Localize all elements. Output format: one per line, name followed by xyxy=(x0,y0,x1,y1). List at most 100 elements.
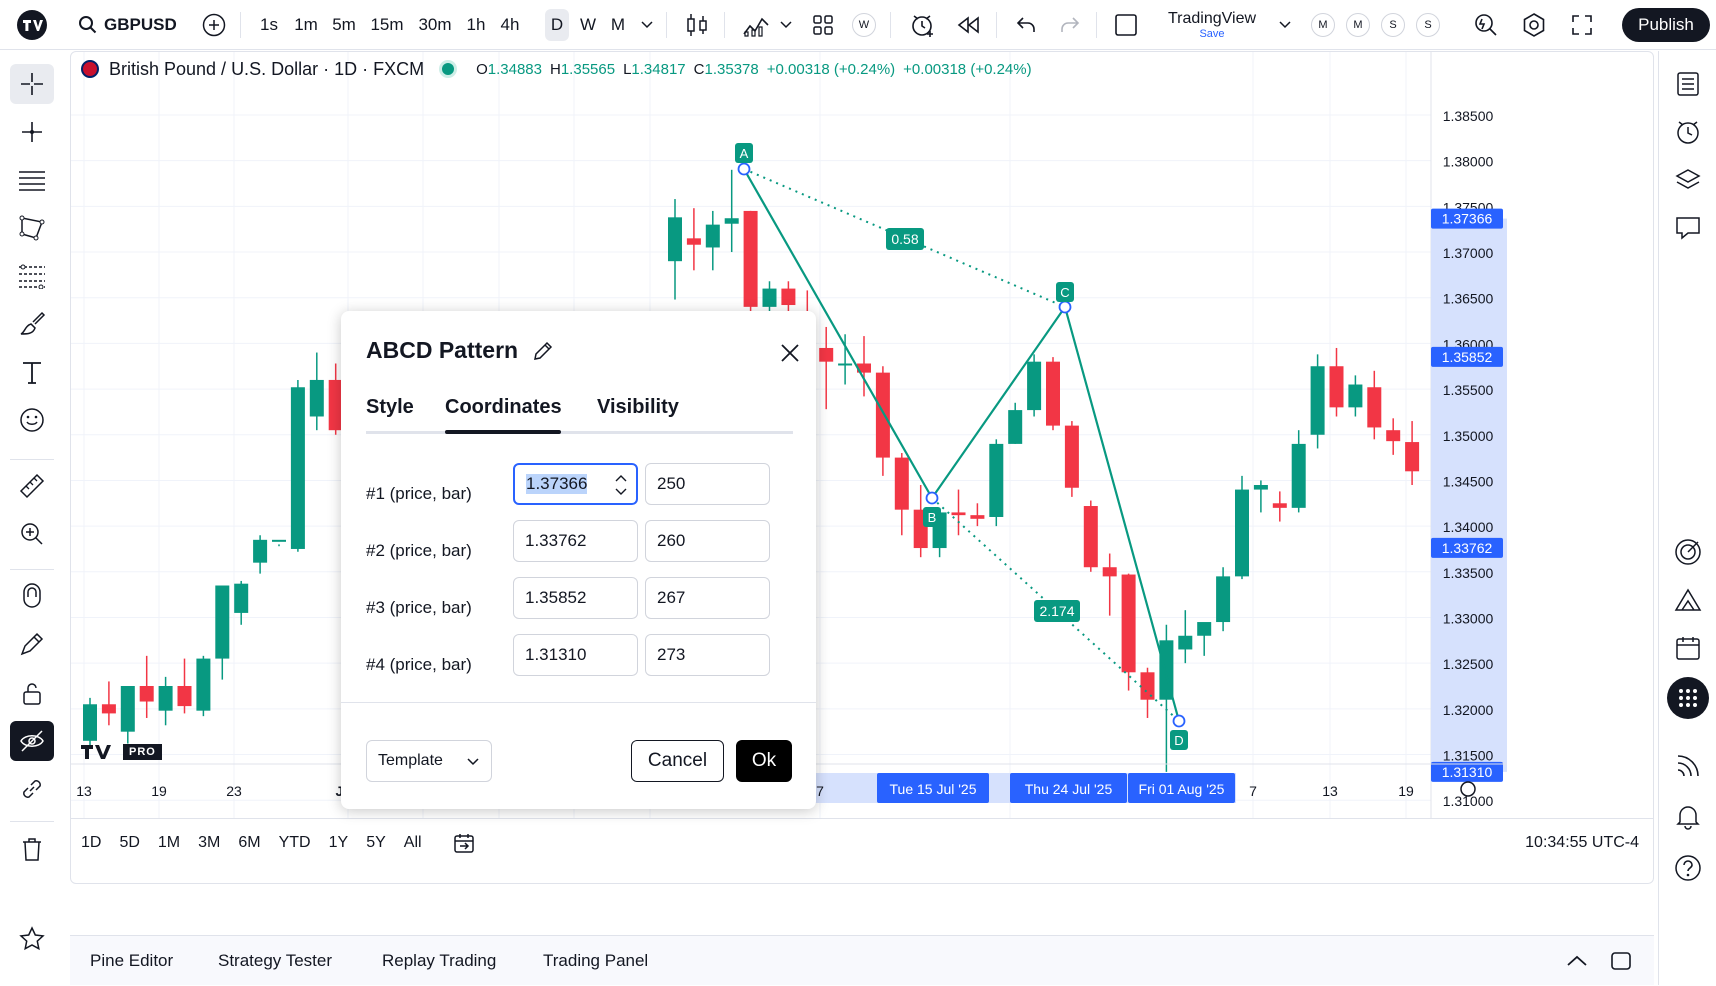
pencil-icon[interactable] xyxy=(532,340,554,362)
layout-name[interactable]: TradingView Save xyxy=(1152,0,1272,50)
chevron-up-icon[interactable] xyxy=(1562,936,1592,986)
interval-w[interactable]: W xyxy=(577,0,599,50)
brush-icon[interactable] xyxy=(10,304,54,344)
tab-visibility[interactable]: Visibility xyxy=(597,396,679,419)
range-6m[interactable]: 6M xyxy=(238,834,260,852)
magnet-icon[interactable] xyxy=(10,577,54,617)
stream-icon[interactable] xyxy=(1667,745,1709,787)
hide-drawings-icon[interactable] xyxy=(10,721,54,761)
alert-icon[interactable] xyxy=(904,0,942,50)
badge-s1[interactable]: S xyxy=(1380,0,1406,50)
help-icon[interactable] xyxy=(1667,847,1709,889)
point-2-price-input[interactable]: 1.33762 xyxy=(513,520,638,562)
tab-coordinates[interactable]: Coordinates xyxy=(445,396,562,419)
range-3m[interactable]: 3M xyxy=(198,834,220,852)
range-1d[interactable]: 1D xyxy=(81,834,101,852)
watchlist-badge-w[interactable]: W xyxy=(851,0,877,50)
chevron-down-icon[interactable] xyxy=(778,0,794,50)
tab-pine-editor[interactable]: Pine Editor xyxy=(90,936,173,986)
star-icon[interactable] xyxy=(10,919,54,959)
pattern-point-handle[interactable] xyxy=(737,162,751,176)
pattern-point-handle[interactable] xyxy=(1058,300,1072,314)
fib-icon[interactable] xyxy=(10,256,54,296)
badge-s2[interactable]: S xyxy=(1415,0,1441,50)
trend-lines-icon[interactable] xyxy=(10,160,54,200)
publish-button[interactable]: Publish xyxy=(1622,8,1710,42)
crosshair-icon[interactable] xyxy=(10,64,54,104)
emoji-icon[interactable] xyxy=(10,400,54,440)
range-all[interactable]: All xyxy=(404,834,422,852)
chart-canvas[interactable]: ABCD0.582.1741.385001.380001.375001.3700… xyxy=(71,52,1654,884)
chevron-down-icon[interactable] xyxy=(1276,0,1294,50)
interval-m[interactable]: M xyxy=(607,0,629,50)
range-5d[interactable]: 5D xyxy=(119,834,139,852)
point-2-bar-input[interactable]: 260 xyxy=(645,520,770,562)
watchlist-icon[interactable] xyxy=(1667,63,1709,105)
bar-style-icon[interactable] xyxy=(680,0,714,50)
notifications-icon[interactable] xyxy=(1667,795,1709,837)
pattern-point-handle[interactable] xyxy=(925,491,939,505)
symbol-title[interactable]: British Pound / U.S. Dollar · 1D · FXCM xyxy=(109,59,424,80)
target-icon[interactable] xyxy=(1667,531,1709,573)
cancel-button[interactable]: Cancel xyxy=(631,740,724,782)
range-ytd[interactable]: YTD xyxy=(279,834,311,852)
ok-button[interactable]: Ok xyxy=(736,740,792,782)
lock-icon[interactable] xyxy=(10,673,54,713)
point-3-bar-input[interactable]: 267 xyxy=(645,577,770,619)
ideas-icon[interactable] xyxy=(1667,579,1709,621)
ruler-icon[interactable] xyxy=(10,466,54,506)
settings-icon[interactable] xyxy=(1516,0,1552,50)
tab-strategy-tester[interactable]: Strategy Tester xyxy=(218,936,332,986)
templates-icon[interactable] xyxy=(806,0,840,50)
interval-5m[interactable]: 5m xyxy=(329,0,359,50)
range-1y[interactable]: 1Y xyxy=(329,834,349,852)
range-1m[interactable]: 1M xyxy=(158,834,180,852)
pattern-point-handle[interactable] xyxy=(1172,714,1186,728)
trash-icon[interactable] xyxy=(10,829,54,869)
zoom-in-icon[interactable] xyxy=(10,514,54,554)
chat-icon[interactable] xyxy=(1667,207,1709,249)
interval-1m[interactable]: 1m xyxy=(291,0,321,50)
text-icon[interactable] xyxy=(10,352,54,392)
clock[interactable]: 10:34:55 UTC-4 xyxy=(1525,818,1639,868)
badge-m1[interactable]: M xyxy=(1310,0,1336,50)
goto-date-icon[interactable] xyxy=(452,831,476,855)
interval-15m[interactable]: 15m xyxy=(367,0,407,50)
interval-d[interactable]: D xyxy=(545,9,569,41)
link-icon[interactable] xyxy=(10,769,54,809)
point-4-price-input[interactable]: 1.31310 xyxy=(513,634,638,676)
maximize-panel-icon[interactable] xyxy=(1606,936,1636,986)
chart-pane[interactable]: A B C D 0.58 2.174 1.38500 1.38000 1.37500 1.3700… xyxy=(70,51,1654,884)
apps-icon[interactable] xyxy=(1667,677,1709,719)
template-dropdown[interactable]: Template xyxy=(366,740,492,782)
calendar-icon[interactable] xyxy=(1667,627,1709,669)
tab-trading-panel[interactable]: Trading Panel xyxy=(543,936,648,986)
fullscreen-icon[interactable] xyxy=(1564,0,1600,50)
alerts-icon[interactable] xyxy=(1667,111,1709,153)
tab-style[interactable]: Style xyxy=(366,396,414,419)
tradingview-logo[interactable] xyxy=(14,0,50,50)
layers-icon[interactable] xyxy=(1667,159,1709,201)
redo-icon[interactable] xyxy=(1052,0,1088,50)
interval-4h[interactable]: 4h xyxy=(497,0,523,50)
badge-m2[interactable]: M xyxy=(1345,0,1371,50)
spinner-icon[interactable] xyxy=(614,471,628,499)
point-1-price-input[interactable]: 1.37366 xyxy=(513,463,638,505)
add-symbol-icon[interactable] xyxy=(198,0,230,50)
replay-icon[interactable] xyxy=(950,0,986,50)
layout-icon[interactable] xyxy=(1108,0,1144,50)
symbol-search[interactable]: GBPUSD xyxy=(78,0,188,50)
tab-replay-trading[interactable]: Replay Trading xyxy=(382,936,496,986)
cross-icon[interactable] xyxy=(10,112,54,152)
range-5y[interactable]: 5Y xyxy=(366,834,386,852)
draw-mode-icon[interactable] xyxy=(10,625,54,665)
point-4-bar-input[interactable]: 273 xyxy=(645,634,770,676)
interval-1h[interactable]: 1h xyxy=(463,0,489,50)
point-1-bar-input[interactable]: 250 xyxy=(645,463,770,505)
interval-1s[interactable]: 1s xyxy=(255,0,283,50)
undo-icon[interactable] xyxy=(1008,0,1044,50)
point-3-price-input[interactable]: 1.35852 xyxy=(513,577,638,619)
interval-30m[interactable]: 30m xyxy=(415,0,455,50)
quick-search-icon[interactable] xyxy=(1468,0,1504,50)
close-icon[interactable] xyxy=(776,339,804,367)
